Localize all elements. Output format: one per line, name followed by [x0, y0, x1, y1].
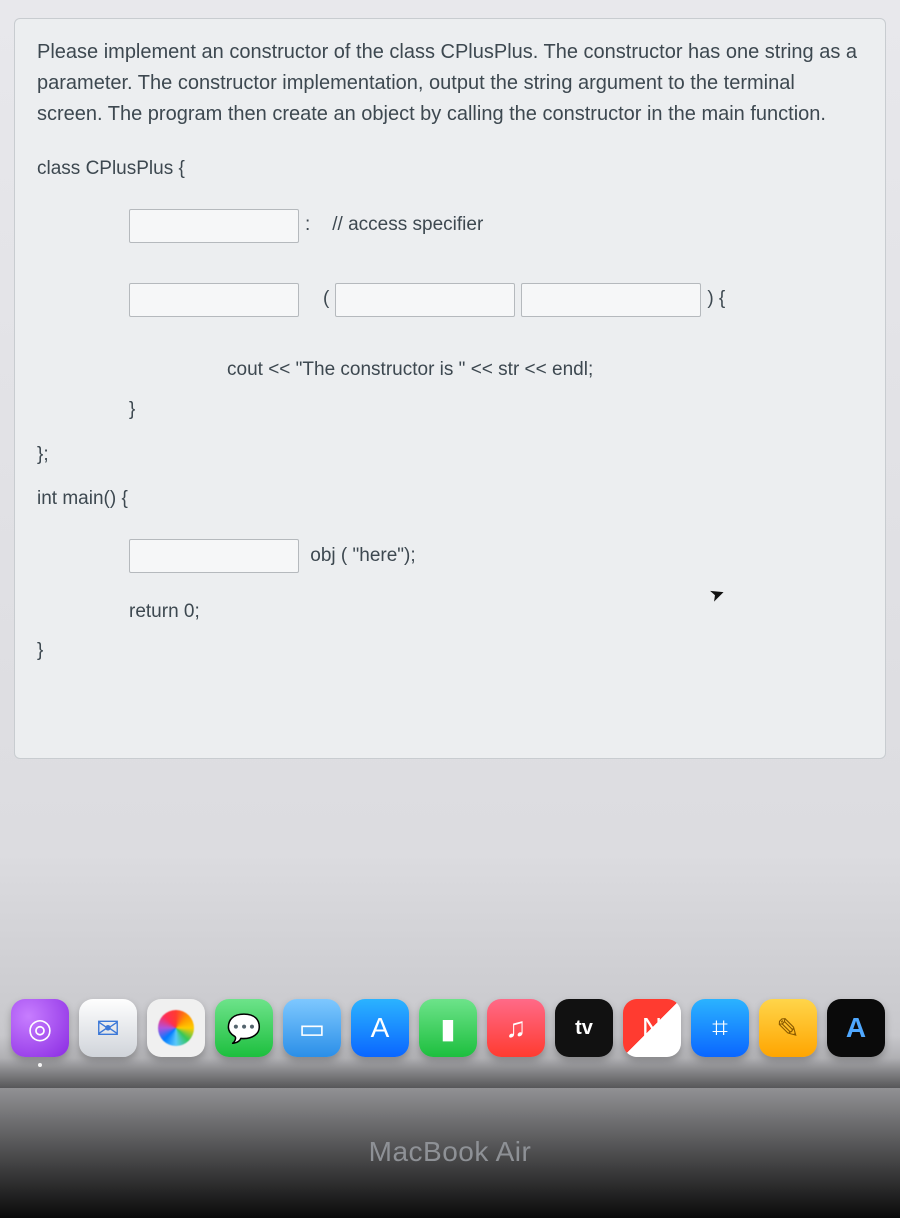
access-comment: // access specifier	[332, 212, 483, 239]
blank-object-type[interactable]	[129, 539, 299, 573]
class-close: };	[37, 442, 49, 469]
close-signature: ) {	[707, 286, 725, 313]
member-close-brace: }	[129, 397, 135, 424]
hardware-label: MacBook Air	[0, 1136, 900, 1168]
dock-xcode-icon[interactable]: A	[827, 999, 885, 1057]
blank-constructor-name[interactable]	[129, 283, 299, 317]
music-glyph: ♫	[506, 1012, 527, 1044]
dock-notes-icon[interactable]: ✎	[759, 999, 817, 1057]
dock-podcasts-icon[interactable]: ◎	[11, 999, 69, 1057]
files-glyph: ▭	[299, 1012, 325, 1045]
dock-tv-icon[interactable]: tv	[555, 999, 613, 1057]
dock-appstore-icon[interactable]: A	[351, 999, 409, 1057]
dock-photos-icon[interactable]	[147, 999, 205, 1057]
dock-music-icon[interactable]: ♫	[487, 999, 545, 1057]
obj-call: obj ( "here");	[305, 543, 416, 570]
dock-news-icon[interactable]: N	[623, 999, 681, 1057]
dock-keynote-icon[interactable]: ⌗	[691, 999, 749, 1057]
messages-glyph: 💬	[227, 1012, 262, 1045]
main-close-brace: }	[37, 638, 43, 665]
photos-glyph	[158, 1010, 194, 1046]
code-block: class CPlusPlus { : // access specifier …	[37, 156, 863, 664]
cout-line: cout << "The constructor is " << str << …	[227, 357, 593, 384]
xcode-glyph: A	[846, 1012, 866, 1044]
question-card: Please implement an constructor of the c…	[14, 18, 886, 759]
macos-dock: ◎ ✉ 💬 ▭ A ▮ ♫ tv N ⌗ ✎ A	[0, 990, 900, 1066]
blank-access-specifier[interactable]	[129, 209, 299, 243]
blank-param-type[interactable]	[335, 283, 515, 317]
class-declaration: class CPlusPlus {	[37, 156, 185, 183]
news-glyph: N	[642, 1012, 662, 1044]
mail-glyph: ✉	[96, 1012, 119, 1045]
facetime-glyph: ▮	[440, 1012, 455, 1045]
dock-facetime-icon[interactable]: ▮	[419, 999, 477, 1057]
main-signature: int main() {	[37, 486, 128, 513]
question-prompt: Please implement an constructor of the c…	[37, 37, 863, 130]
appstore-glyph: A	[371, 1012, 390, 1044]
keynote-glyph: ⌗	[712, 1012, 728, 1045]
dock-messages-icon[interactable]: 💬	[215, 999, 273, 1057]
notes-glyph: ✎	[776, 1012, 799, 1045]
open-paren: (	[323, 286, 329, 313]
tv-glyph: tv	[575, 1017, 593, 1040]
return-statement: return 0;	[129, 599, 200, 626]
blank-param-name[interactable]	[521, 283, 701, 317]
colon-text: :	[305, 212, 310, 239]
dock-mail-icon[interactable]: ✉	[79, 999, 137, 1057]
dock-files-icon[interactable]: ▭	[283, 999, 341, 1057]
podcasts-glyph: ◎	[28, 1012, 52, 1045]
